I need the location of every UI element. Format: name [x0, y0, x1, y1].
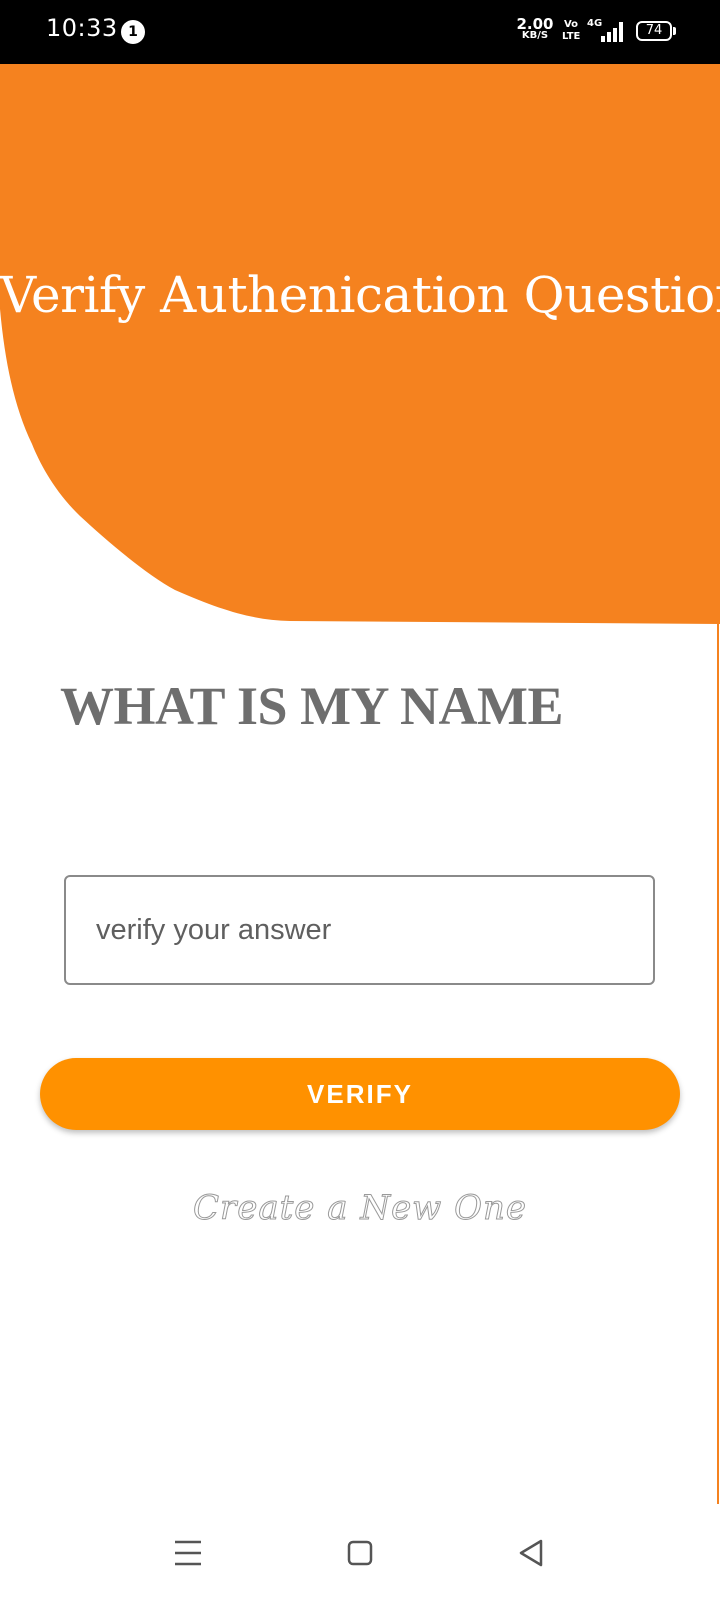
menu-icon[interactable] — [163, 1528, 213, 1578]
volte-icon: Vo LTE — [562, 19, 580, 43]
navigation-bar — [0, 1510, 720, 1600]
notification-badge: 1 — [121, 20, 145, 44]
status-time: 10:33 — [46, 14, 118, 42]
verify-question-screen: 10:33 1 2.00 KB/S Vo LTE 4G 74 Verify Au… — [0, 0, 720, 1600]
volte-bottom-label: LTE — [562, 31, 581, 42]
volte-top-label: Vo — [563, 19, 579, 30]
answer-input[interactable] — [64, 875, 655, 985]
network-speed-value: 2.00 — [516, 15, 554, 33]
signal-bar — [607, 32, 611, 42]
page-title: Verify Authenication Question — [0, 266, 720, 324]
status-bar: 10:33 1 2.00 KB/S Vo LTE 4G 74 — [0, 0, 720, 64]
battery-tip — [673, 27, 676, 35]
create-new-link[interactable]: Create a New One — [0, 1188, 720, 1229]
verify-button[interactable]: VERIFY — [40, 1058, 680, 1130]
security-question: WHAT IS MY NAME — [60, 676, 564, 736]
signal-bar — [619, 22, 623, 42]
network-type-label: 4G — [587, 18, 603, 29]
network-speed: 2.00 KB/S — [516, 15, 554, 42]
signal-bar — [613, 28, 617, 42]
signal-bar — [601, 36, 605, 42]
header-background — [0, 64, 720, 624]
signal-icon: 4G — [587, 18, 623, 44]
battery-icon: 74 — [636, 21, 672, 41]
home-icon[interactable] — [335, 1528, 385, 1578]
edge-divider — [717, 624, 719, 1504]
back-icon[interactable] — [506, 1528, 556, 1578]
battery-level: 74 — [645, 23, 663, 38]
